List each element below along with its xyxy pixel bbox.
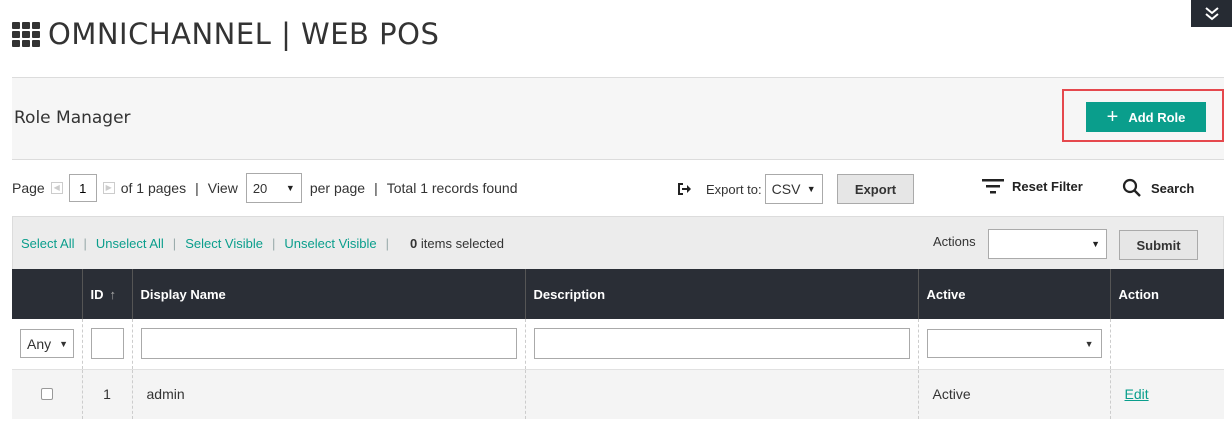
export-button[interactable]: Export xyxy=(837,174,914,204)
display-name-filter-input[interactable] xyxy=(140,328,517,360)
app-header: OMNICHANNEL | WEB POS xyxy=(12,14,439,54)
export-label: Export to: xyxy=(706,181,762,197)
id-filter-input[interactable] xyxy=(90,328,124,360)
actions-label: Actions xyxy=(933,234,976,249)
col-description-header[interactable]: Description xyxy=(525,269,919,319)
export-area: Export to: CSV ▼ xyxy=(676,173,823,205)
menu-toggle-button[interactable] xyxy=(1191,0,1232,27)
page-label: Page xyxy=(12,180,45,196)
actions-select[interactable]: ▼ xyxy=(988,229,1107,259)
filter-cell xyxy=(82,319,133,370)
row-description xyxy=(525,369,919,419)
row-action-cell: Edit xyxy=(1110,369,1224,419)
export-format-value: CSV xyxy=(771,181,801,197)
filter-row: Any ▼ ▼ xyxy=(12,319,1224,370)
pager-separator: | xyxy=(374,180,378,196)
col-id-header[interactable]: ID ↑ xyxy=(82,269,133,319)
description-filter-input[interactable] xyxy=(533,328,910,360)
caret-down-icon: ▼ xyxy=(1091,239,1100,249)
reset-filter-button[interactable]: Reset Filter xyxy=(982,178,1083,194)
total-records-text: Total 1 records found xyxy=(386,180,518,196)
caret-down-icon: ▼ xyxy=(1084,339,1094,350)
massaction-bar: Select All | Unselect All | Select Visib… xyxy=(12,216,1224,270)
export-format-select[interactable]: CSV ▼ xyxy=(764,174,823,204)
unselect-visible-link[interactable]: Unselect Visible xyxy=(284,236,376,251)
col-action-header: Action xyxy=(1110,269,1224,319)
next-page-icon[interactable]: ▶ xyxy=(102,182,115,194)
caret-down-icon: ▼ xyxy=(285,183,295,193)
filter-cell xyxy=(1110,319,1224,370)
add-role-label: Add Role xyxy=(1128,109,1186,125)
per-page-select[interactable]: 20 ▼ xyxy=(245,173,302,203)
search-label: Search xyxy=(1151,180,1195,196)
app-title: OMNICHANNEL | WEB POS xyxy=(48,17,440,51)
reset-filter-label: Reset Filter xyxy=(1012,178,1083,194)
table-row: 1 admin Active Edit xyxy=(12,369,1224,419)
col-massaction-header xyxy=(12,269,83,319)
apps-grid-icon[interactable] xyxy=(12,21,40,47)
pager-separator: | xyxy=(195,180,199,196)
row-id: 1 xyxy=(82,369,133,419)
massaction-links: Select All | Unselect All | Select Visib… xyxy=(21,236,504,251)
plus-icon: + xyxy=(1106,106,1119,128)
prev-page-icon[interactable]: ◀ xyxy=(50,182,63,194)
selected-count: 0 xyxy=(410,236,418,251)
add-role-button[interactable]: + Add Role xyxy=(1086,102,1206,132)
double-chevron-down-icon xyxy=(1204,6,1219,20)
selected-suffix: items selected xyxy=(420,236,504,251)
select-visible-link[interactable]: Select Visible xyxy=(185,236,263,251)
col-display-name-header[interactable]: Display Name xyxy=(132,269,526,319)
pager: Page ◀ ▶ of 1 pages | View 20 ▼ per page… xyxy=(12,172,518,204)
link-separator: | xyxy=(83,236,87,251)
row-checkbox[interactable] xyxy=(40,388,53,401)
link-separator: | xyxy=(172,236,177,251)
caret-down-icon: ▼ xyxy=(806,184,816,194)
filter-icon xyxy=(982,179,1004,194)
massaction-filter-select[interactable]: Any ▼ xyxy=(20,329,74,359)
select-all-link[interactable]: Select All xyxy=(21,236,74,251)
sort-asc-icon: ↑ xyxy=(109,286,117,302)
search-button[interactable]: Search xyxy=(1122,178,1194,198)
row-checkbox-cell xyxy=(12,369,83,419)
filter-cell: ▼ xyxy=(918,319,1111,370)
page-title-bar: Role Manager + Add Role xyxy=(12,77,1224,160)
link-separator: | xyxy=(385,236,390,251)
link-separator: | xyxy=(272,236,276,251)
filter-cell xyxy=(525,319,919,370)
col-id-label: ID xyxy=(90,286,104,302)
of-pages-text: of 1 pages xyxy=(120,180,187,196)
col-active-header[interactable]: Active xyxy=(918,269,1111,319)
page-number-input[interactable] xyxy=(68,174,97,202)
filter-cell: Any ▼ xyxy=(12,319,83,370)
items-selected-text: 0 items selected xyxy=(410,236,504,251)
submit-button[interactable]: Submit xyxy=(1119,230,1198,260)
per-page-label: per page xyxy=(309,180,366,196)
export-icon xyxy=(678,183,691,195)
search-icon xyxy=(1122,178,1141,197)
massaction-filter-value: Any xyxy=(27,335,52,352)
caret-down-icon: ▼ xyxy=(59,339,68,350)
unselect-all-link[interactable]: Unselect All xyxy=(96,236,164,251)
view-label: View xyxy=(207,180,238,196)
active-filter-select[interactable]: ▼ xyxy=(926,329,1102,359)
table-header-row: ID ↑ Display Name Description Active Acti… xyxy=(12,269,1224,319)
per-page-value: 20 xyxy=(252,180,268,196)
row-display-name: admin xyxy=(132,369,526,419)
roles-table: ID ↑ Display Name Description Active Acti… xyxy=(12,269,1224,419)
page-title: Role Manager xyxy=(14,108,131,128)
row-active: Active xyxy=(918,369,1111,419)
filter-cell xyxy=(132,319,526,370)
edit-link[interactable]: Edit xyxy=(1125,386,1149,402)
